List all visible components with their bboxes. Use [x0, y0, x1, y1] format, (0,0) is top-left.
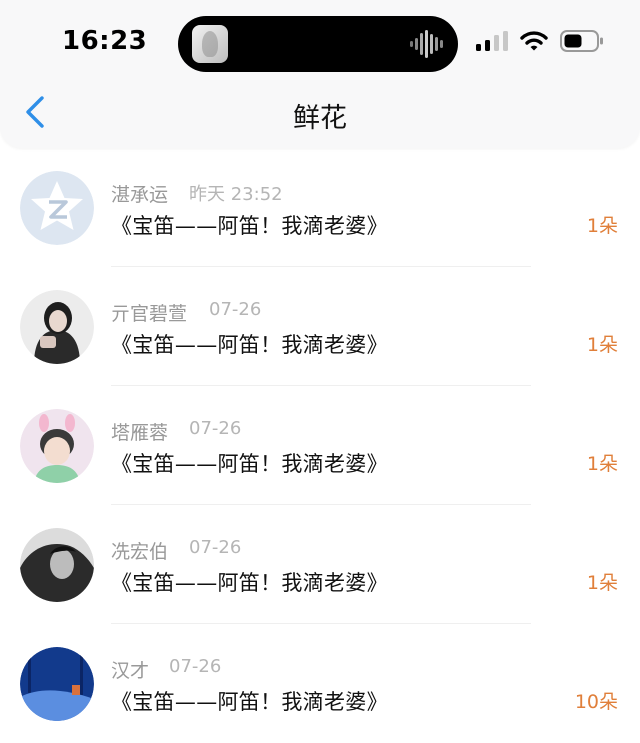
flower-count: 1朵	[586, 453, 618, 475]
flower-count: 1朵	[586, 572, 618, 594]
dynamic-island[interactable]	[178, 16, 458, 72]
flower-count: 10朵	[574, 691, 618, 713]
list-item[interactable]: 塔雁蓉 07-26 《宝笛——阿笛！我滴老婆》 1朵	[0, 386, 640, 505]
avatar[interactable]	[20, 290, 94, 364]
qzone-logo-icon[interactable]	[20, 171, 94, 245]
avatar[interactable]	[20, 409, 94, 483]
sender-name: 亓官碧萱	[111, 303, 188, 325]
flower-count: 1朵	[586, 215, 618, 237]
work-title: 《宝笛——阿笛！我滴老婆》	[111, 214, 388, 238]
timestamp: 07-26	[189, 418, 242, 439]
battery-icon	[560, 30, 603, 52]
sender-name: 湛承运	[111, 184, 169, 206]
now-playing-thumbnail	[192, 25, 228, 63]
list-item[interactable]: 湛承运 昨天 23:52 《宝笛——阿笛！我滴老婆》 1朵	[0, 148, 640, 267]
work-title: 《宝笛——阿笛！我滴老婆》	[111, 333, 388, 357]
wifi-icon	[520, 31, 548, 51]
work-title: 《宝笛——阿笛！我滴老婆》	[111, 571, 388, 595]
page-title: 鲜花	[293, 103, 347, 134]
work-title: 《宝笛——阿笛！我滴老婆》	[111, 690, 388, 714]
work-title: 《宝笛——阿笛！我滴老婆》	[111, 452, 388, 476]
avatar[interactable]	[20, 647, 94, 721]
flower-list: 湛承运 昨天 23:52 《宝笛——阿笛！我滴老婆》 1朵 亓官碧萱 07-26…	[0, 148, 640, 743]
sender-name: 汉才	[111, 660, 150, 682]
audio-waveform-icon	[410, 30, 443, 58]
sender-name: 塔雁蓉	[111, 422, 169, 444]
timestamp: 07-26	[209, 299, 262, 320]
header: 16:23 鲜花	[0, 0, 640, 148]
timestamp: 昨天 23:52	[189, 184, 283, 205]
avatar[interactable]	[20, 528, 94, 602]
sender-name: 冼宏伯	[111, 541, 169, 563]
timestamp: 07-26	[189, 537, 242, 558]
signal-icon	[476, 31, 508, 51]
timestamp: 07-26	[169, 656, 222, 677]
list-item[interactable]: 冼宏伯 07-26 《宝笛——阿笛！我滴老婆》 1朵	[0, 505, 640, 624]
flower-count: 1朵	[586, 334, 618, 356]
list-item[interactable]: 亓官碧萱 07-26 《宝笛——阿笛！我滴老婆》 1朵	[0, 267, 640, 386]
list-item[interactable]: 汉才 07-26 《宝笛——阿笛！我滴老婆》 10朵	[0, 624, 640, 743]
status-time: 16:23	[62, 26, 148, 56]
